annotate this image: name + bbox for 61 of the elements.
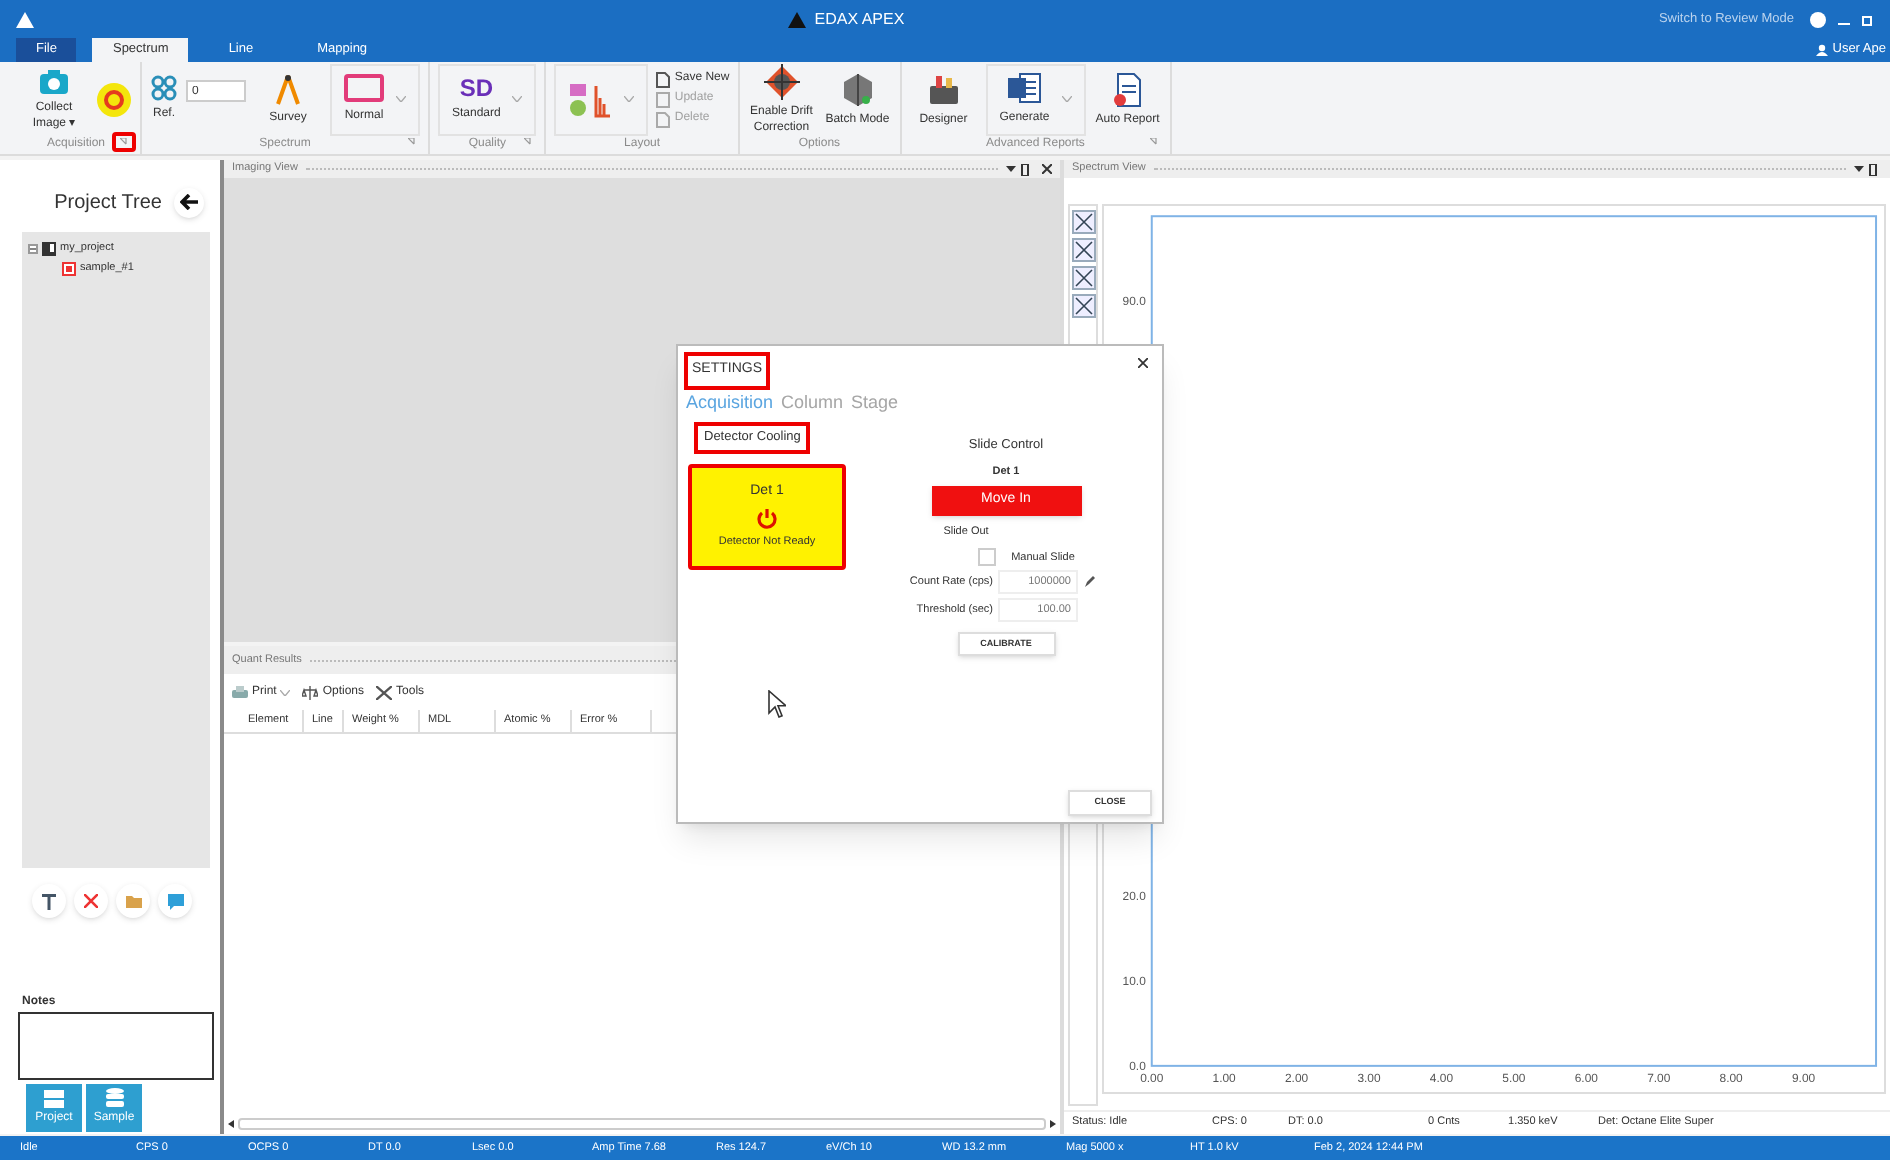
back-arrow-button[interactable] bbox=[174, 187, 204, 217]
close-icon[interactable] bbox=[1042, 164, 1053, 174]
pane-options-icon[interactable] bbox=[1854, 163, 1883, 175]
atom-grid-icon bbox=[150, 74, 178, 102]
window-title: EDAX APEX bbox=[814, 7, 905, 31]
word-document-icon bbox=[1006, 71, 1043, 103]
speech-bubble-icon bbox=[167, 893, 183, 909]
folder-icon bbox=[125, 895, 141, 907]
hexagon-icon bbox=[841, 71, 874, 107]
power-icon bbox=[756, 507, 778, 530]
help-icon[interactable] bbox=[1810, 11, 1826, 27]
rectangle-icon bbox=[344, 73, 384, 101]
notes-field[interactable] bbox=[18, 1012, 214, 1080]
pane-options-icon[interactable] bbox=[1006, 163, 1035, 175]
close-button[interactable] bbox=[1138, 358, 1148, 368]
target-icon[interactable] bbox=[96, 81, 132, 117]
launcher-icon bbox=[1149, 138, 1158, 146]
database-icon bbox=[105, 1088, 123, 1108]
chevron-down-icon bbox=[624, 96, 635, 102]
crosshair-icon bbox=[763, 63, 800, 99]
camera-icon bbox=[38, 67, 70, 95]
chevron-down-icon bbox=[396, 96, 406, 102]
app-logo-icon bbox=[16, 11, 34, 27]
launcher-icon bbox=[524, 138, 533, 146]
sd-label: SD bbox=[459, 75, 494, 99]
x-icon bbox=[84, 894, 98, 908]
chevron-down-icon bbox=[512, 96, 523, 102]
document-icon bbox=[656, 71, 671, 87]
app-logo-icon bbox=[788, 11, 807, 27]
chevron-down-icon bbox=[1061, 96, 1072, 102]
scroll-left-icon[interactable] bbox=[228, 1120, 234, 1128]
launcher-icon bbox=[120, 138, 128, 146]
cabinet-icon bbox=[44, 1089, 64, 1107]
panel-title: Project Tree bbox=[54, 189, 162, 217]
text-icon bbox=[42, 893, 56, 909]
user-icon bbox=[1816, 43, 1829, 56]
restore-icon[interactable] bbox=[1862, 13, 1874, 25]
layout-chart-icon bbox=[568, 81, 613, 117]
pencil-icon[interactable] bbox=[1083, 576, 1095, 589]
horizontal-scrollbar[interactable] bbox=[224, 1114, 1061, 1134]
arrow-left-icon bbox=[180, 194, 198, 210]
dialog-launcher-button[interactable] bbox=[112, 132, 136, 152]
comment-button[interactable] bbox=[158, 884, 192, 918]
mouse-pointer-icon bbox=[768, 690, 786, 718]
text-tool-button[interactable] bbox=[32, 884, 66, 918]
report-icon bbox=[1111, 71, 1144, 107]
tools-icon bbox=[376, 685, 393, 699]
ribbon-dropdown[interactable] bbox=[554, 63, 649, 135]
book-icon bbox=[42, 241, 56, 256]
save-icon bbox=[656, 91, 671, 107]
tree-toggle-icon[interactable] bbox=[28, 243, 38, 254]
delete-button[interactable] bbox=[74, 884, 108, 918]
document-icon bbox=[656, 111, 671, 127]
printer-icon bbox=[232, 685, 248, 699]
launcher-icon bbox=[408, 138, 416, 146]
scale-icon bbox=[302, 685, 319, 699]
sample-icon bbox=[62, 261, 76, 276]
toolbox-icon bbox=[925, 71, 962, 107]
compass-icon bbox=[276, 73, 300, 105]
checkbox[interactable] bbox=[977, 548, 996, 567]
chevron-down-icon bbox=[280, 689, 291, 695]
